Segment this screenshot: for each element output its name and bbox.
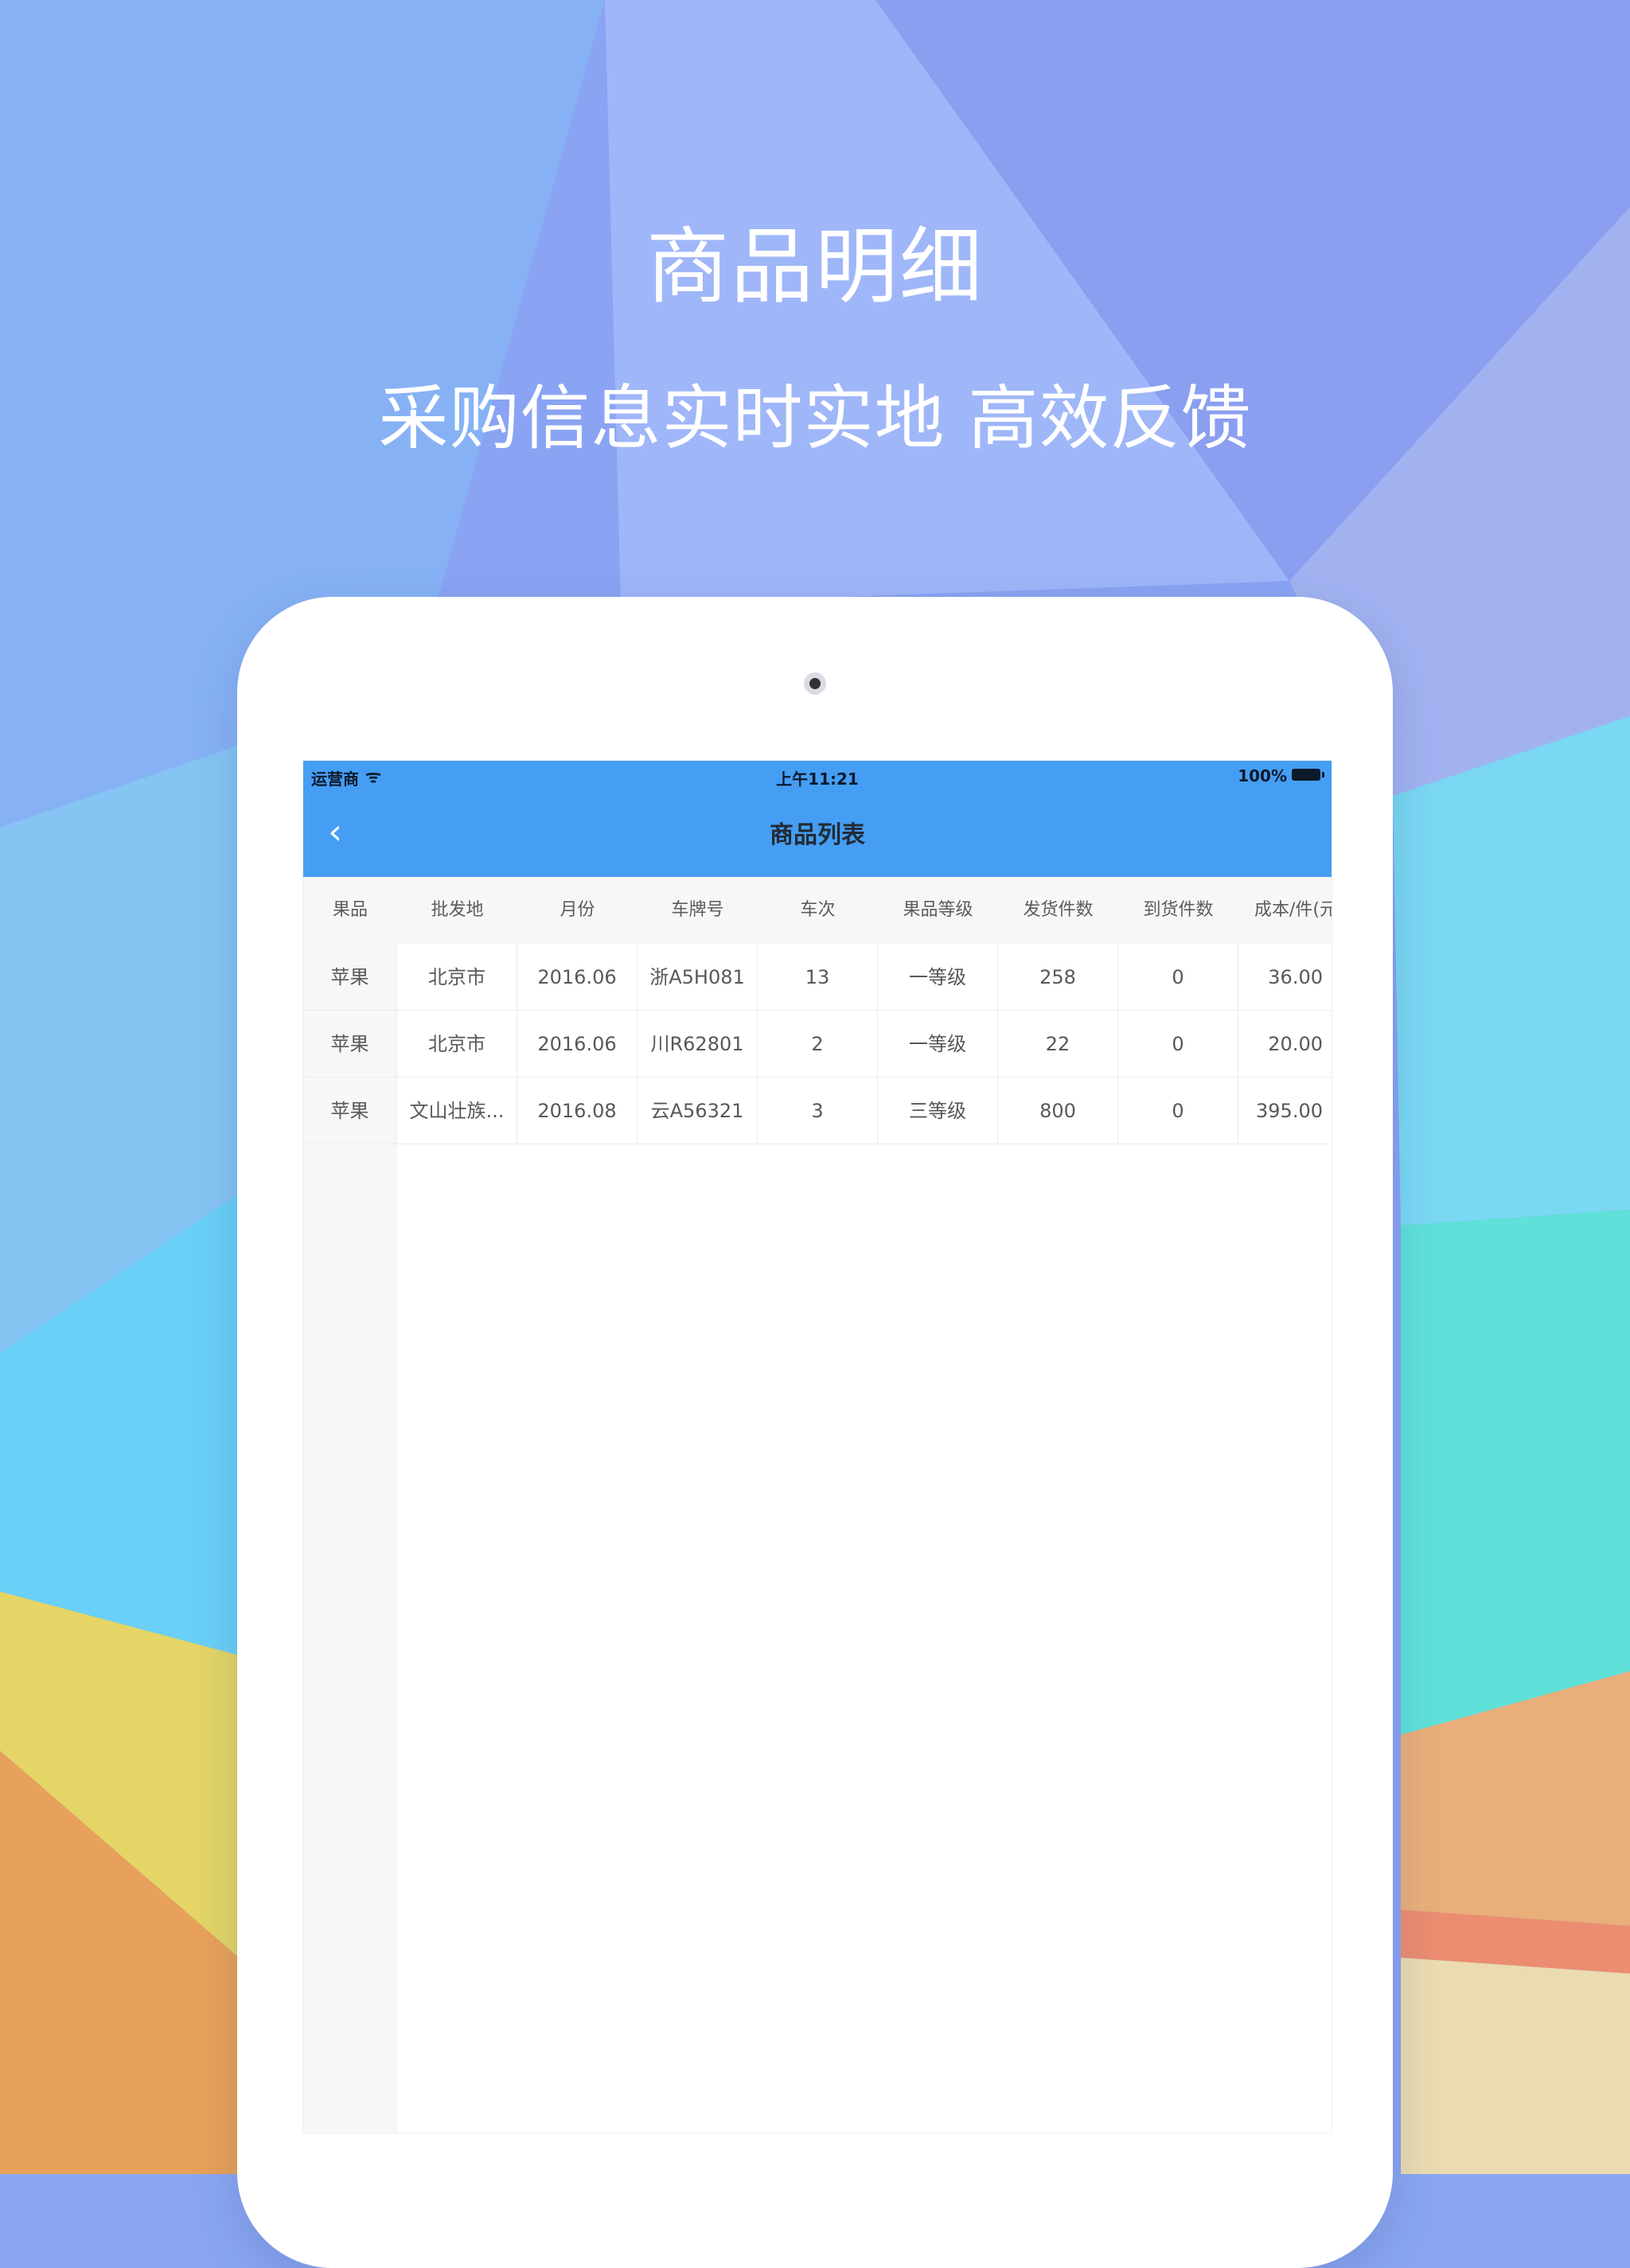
page-title: 商品列表 bbox=[770, 821, 865, 849]
column-header[interactable]: 月份 bbox=[517, 877, 638, 944]
status-time: 上午11:21 bbox=[776, 770, 859, 789]
camera-icon bbox=[804, 672, 826, 695]
table-cell: 13 bbox=[758, 944, 878, 1011]
table-cell: 0 bbox=[1118, 944, 1238, 1011]
column-header[interactable]: 车牌号 bbox=[638, 877, 758, 944]
table-cell: 川R62801 bbox=[638, 1011, 758, 1077]
table-cell: 36.00 bbox=[1238, 944, 1332, 1011]
table-cell: 2016.08 bbox=[517, 1077, 638, 1144]
app-screen: 运营商 ᯤ 上午11:21 100% ‹ 商品列表 果品 批发地 月份 车牌号 … bbox=[302, 760, 1332, 2134]
column-header[interactable]: 批发地 bbox=[397, 877, 517, 944]
table-cell: 0 bbox=[1118, 1077, 1238, 1144]
column-header[interactable]: 发货件数 bbox=[998, 877, 1118, 944]
status-bar: 运营商 ᯤ 上午11:21 100% bbox=[303, 761, 1332, 791]
table-cell: 一等级 bbox=[878, 944, 998, 1011]
table-cell: 2 bbox=[758, 1011, 878, 1077]
table-cell: 苹果 bbox=[303, 1011, 397, 1077]
table-cell: 北京市 bbox=[397, 944, 517, 1011]
column-header[interactable]: 果品等级 bbox=[878, 877, 998, 944]
table-cell: 0 bbox=[1118, 1011, 1238, 1077]
battery-percent: 100% bbox=[1238, 766, 1287, 785]
table-cell: 2016.06 bbox=[517, 944, 638, 1011]
table-cell: 云A56321 bbox=[638, 1077, 758, 1144]
promo-title: 商品明细 bbox=[645, 218, 984, 315]
table-cell: 文山壮族... bbox=[397, 1077, 517, 1144]
table-cell: 浙A5H081 bbox=[638, 944, 758, 1011]
table-cell: 258 bbox=[998, 944, 1118, 1011]
table-cell: 苹果 bbox=[303, 1077, 397, 1144]
column-header[interactable]: 成本/件(元 bbox=[1238, 877, 1332, 944]
table-cell: 800 bbox=[998, 1077, 1118, 1144]
nav-bar: ‹ 商品列表 bbox=[303, 791, 1332, 877]
table-cell: 20.00 bbox=[1238, 1011, 1332, 1077]
table-cell: 三等级 bbox=[878, 1077, 998, 1144]
table-cell: 苹果 bbox=[303, 944, 397, 1011]
column-header[interactable]: 车次 bbox=[758, 877, 878, 944]
table-cell: 北京市 bbox=[397, 1011, 517, 1077]
battery-icon bbox=[1292, 769, 1324, 781]
table-cell: 2016.06 bbox=[517, 1011, 638, 1077]
table-cell: 3 bbox=[758, 1077, 878, 1144]
promo-subtitle: 采购信息实时实地 高效反馈 bbox=[378, 377, 1252, 459]
column-header[interactable]: 果品 bbox=[303, 877, 397, 944]
table-cell: 一等级 bbox=[878, 1011, 998, 1077]
column-header[interactable]: 到货件数 bbox=[1118, 877, 1238, 944]
table-cell: 22 bbox=[998, 1011, 1118, 1077]
table-cell: 395.00 bbox=[1238, 1077, 1332, 1144]
